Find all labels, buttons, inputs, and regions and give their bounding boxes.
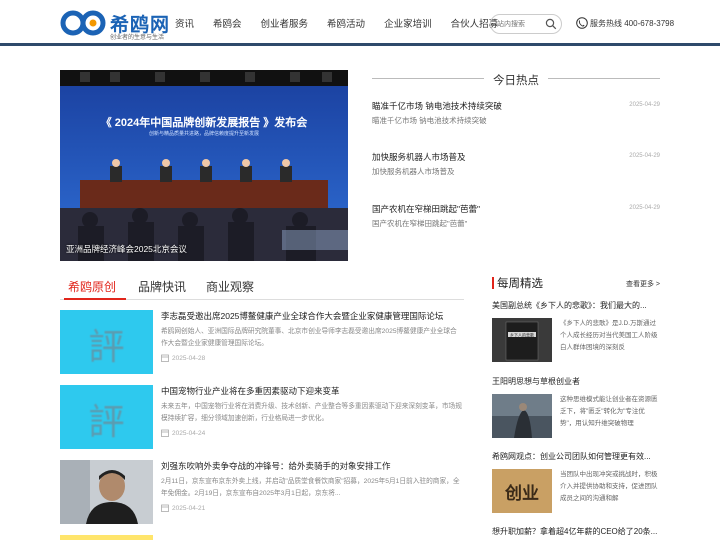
article-date: 2025-04-21 xyxy=(161,504,205,512)
logo-mark-icon xyxy=(60,10,106,36)
article-summary: 未来五年，中国宠物行业将在消费升级、技术创新、产业整合等多重因素驱动下迎来深刻变… xyxy=(161,403,462,422)
weekly-picks-title: 每周精选 xyxy=(497,278,543,290)
weekly-pick-title[interactable]: 美国副总统《乡下人的悲歌》：我们最大的... xyxy=(492,300,660,311)
calendar-icon xyxy=(161,504,169,512)
divider xyxy=(548,78,660,79)
article-item[interactable]: 評 李志磊受邀出席2025博鳌健康产业全球合作大会暨企业家健康管理国际论坛 希鸥… xyxy=(60,310,464,374)
site-logo[interactable]: 希鸥网 创业者的生意与生活 xyxy=(60,8,170,41)
article-thumbnail[interactable]: 評 xyxy=(60,310,153,374)
view-more-link[interactable]: 查看更多 > xyxy=(626,279,660,289)
hot-news-item-date: 2025-04-29 xyxy=(629,153,660,159)
weekly-pick-title[interactable]: 希鸥网观点：创业公司团队如何管理更有效... xyxy=(492,451,660,462)
tab-brand-news[interactable]: 品牌快讯 xyxy=(138,278,186,295)
weekly-pick-summary: 这种思维模式能让创业者在资源匮乏下，将"匮乏"转化为"专注优势"，用认知升维突破… xyxy=(560,396,658,427)
site-header: 希鸥网 创业者的生意与生活 资讯 希鸥会 创业者服务 希鸥活动 企业家培训 合伙… xyxy=(0,0,720,46)
hot-news-item-title: 加快服务机器人市场普及 xyxy=(372,152,466,162)
search-icon[interactable] xyxy=(545,18,557,30)
nav-item-training[interactable]: 企业家培训 xyxy=(384,16,432,30)
tab-original[interactable]: 希鸥原创 xyxy=(68,278,116,295)
hot-news-item-summary: 瞄准千亿市场 钠电池技术持续突破 xyxy=(372,116,487,125)
weekly-pick-thumbnail[interactable] xyxy=(492,394,552,438)
thumbnail-glyph: 評 xyxy=(88,327,125,368)
article-thumbnail-partial xyxy=(60,535,153,540)
article-summary: 希鸥网创始人、亚洲国际品牌研究院董事、北京市创业导师李志磊受邀出席2025博鳌健… xyxy=(161,328,457,347)
article-date: 2025-04-28 xyxy=(161,354,205,362)
banner-scene xyxy=(60,70,348,261)
hotline-text: 服务热线 400-678-3798 xyxy=(590,18,675,28)
article-thumbnail[interactable] xyxy=(60,460,153,524)
article-title[interactable]: 刘强东吹响外卖争夺战的冲锋号：给外卖骑手的对象安排工作 xyxy=(161,460,391,472)
hot-news-header: 今日热点 xyxy=(372,72,660,87)
article-title[interactable]: 中国宠物行业产业将在多重因素驱动下迎来变革 xyxy=(161,385,340,397)
article-title[interactable]: 李志磊受邀出席2025博鳌健康产业全球合作大会暨企业家健康管理国际论坛 xyxy=(161,310,443,322)
tab-business-observe[interactable]: 商业观察 xyxy=(206,278,254,295)
article-item[interactable]: 刘强东吹响外卖争夺战的冲锋号：给外卖骑手的对象安排工作 2月11日，京东宣布京东… xyxy=(60,460,464,524)
article-item[interactable]: 評 中国宠物行业产业将在多重因素驱动下迎来变革 未来五年，中国宠物行业将在消费升… xyxy=(60,385,464,449)
weekly-picks-header: 每周精选 查看更多 > xyxy=(492,274,660,292)
main-nav: 资讯 希鸥会 创业者服务 希鸥活动 企业家培训 合伙人招募 xyxy=(175,16,517,30)
article-date-text: 2025-04-28 xyxy=(172,354,206,362)
hot-news-item-title: 国产农机在窄梯田跳起"芭蕾" xyxy=(372,204,481,214)
hot-news-item[interactable]: 加快服务机器人市场普及 加快服务机器人市场普及 2025-04-29 xyxy=(372,151,660,185)
startup-thumbnail: 创业 xyxy=(492,469,552,513)
search-input[interactable] xyxy=(497,18,547,30)
portrait-photo xyxy=(60,460,153,524)
service-hotline: 服务热线 400-678-3798 xyxy=(576,17,674,29)
thumbnail-glyph: 評 xyxy=(88,402,125,443)
banner-image[interactable]: 《 2024年中国品牌创新发展报告 》发布会 创新与精品质量共进路，品牌信赖度提… xyxy=(60,70,348,261)
hot-news-item-summary: 加快服务机器人市场普及 xyxy=(372,167,455,176)
nav-item-club[interactable]: 希鸥会 xyxy=(213,16,242,30)
weekly-pick-thumbnail[interactable]: 创业 xyxy=(492,469,552,513)
weekly-pick-title[interactable]: 想升职加薪？拿着超4亿年薪的CEO给了20条... xyxy=(492,526,660,537)
section-accent-bar xyxy=(492,277,494,289)
hot-news-item[interactable]: 瞄准千亿市场 钠电池技术持续突破 瞄准千亿市场 钠电池技术持续突破 2025-0… xyxy=(372,100,660,134)
hot-news-item-date: 2025-04-29 xyxy=(629,205,660,211)
content-tabs: 希鸥原创 品牌快讯 商业观察 xyxy=(60,274,464,300)
weekly-pick-summary: 《乡下人的悲歌》是J.D.万斯通过个人成长经历对当代美国工人阶级白人群体困境的深… xyxy=(560,320,658,351)
banner-subtitle: 创新与精品质量共进路，品牌信赖度提升至新发展 xyxy=(148,131,259,137)
nav-item-services[interactable]: 创业者服务 xyxy=(261,16,309,30)
phone-icon xyxy=(576,17,588,29)
hot-news-title: 今日热点 xyxy=(493,75,539,87)
divider xyxy=(372,78,484,79)
weekly-pick-thumbnail[interactable]: 乡下人的悲歌 xyxy=(492,318,552,362)
painting-thumbnail xyxy=(492,394,552,438)
article-summary: 2月11日，京东宣布京东外卖上线，并启动"品质堂食餐饮商家"招募，2025年5月… xyxy=(161,478,460,497)
hot-news-item-title: 瞄准千亿市场 钠电池技术持续突破 xyxy=(372,101,502,111)
banner-caption[interactable]: 亚洲品牌经济峰会2025北京会议 xyxy=(66,243,187,255)
book-cover-photo: 乡下人的悲歌 xyxy=(492,318,552,362)
active-tab-indicator xyxy=(64,298,126,300)
search-box xyxy=(490,14,562,34)
startup-thumbnail-text: 创业 xyxy=(504,483,539,504)
nav-item-events[interactable]: 希鸥活动 xyxy=(327,16,365,30)
calendar-icon xyxy=(161,429,169,437)
article-date-text: 2025-04-24 xyxy=(172,429,206,437)
nav-item-news[interactable]: 资讯 xyxy=(175,16,194,30)
calendar-icon xyxy=(161,354,169,362)
logo-subtitle: 创业者的生意与生活 xyxy=(110,35,165,41)
weekly-pick-title[interactable]: 王阳明思想与草根创业者 xyxy=(492,376,660,387)
book-cover-title: 乡下人的悲歌 xyxy=(510,331,534,337)
article-date-text: 2025-04-21 xyxy=(172,504,206,512)
hot-news-item-summary: 国产农机在窄梯田跳起"芭蕾" xyxy=(372,219,468,228)
article-thumbnail[interactable]: 評 xyxy=(60,385,153,449)
hot-news-item-date: 2025-04-29 xyxy=(629,102,660,108)
hot-news-item[interactable]: 国产农机在窄梯田跳起"芭蕾" 国产农机在窄梯田跳起"芭蕾" 2025-04-29 xyxy=(372,203,660,237)
banner-title: 《 2024年中国品牌创新发展报告 》发布会 xyxy=(100,117,308,129)
weekly-pick-summary: 当团队中出现冲突或挑战时，积极介入并提供协助和支持，促进团队成员之间的沟通和解 xyxy=(560,471,658,502)
article-date: 2025-04-24 xyxy=(161,429,205,437)
